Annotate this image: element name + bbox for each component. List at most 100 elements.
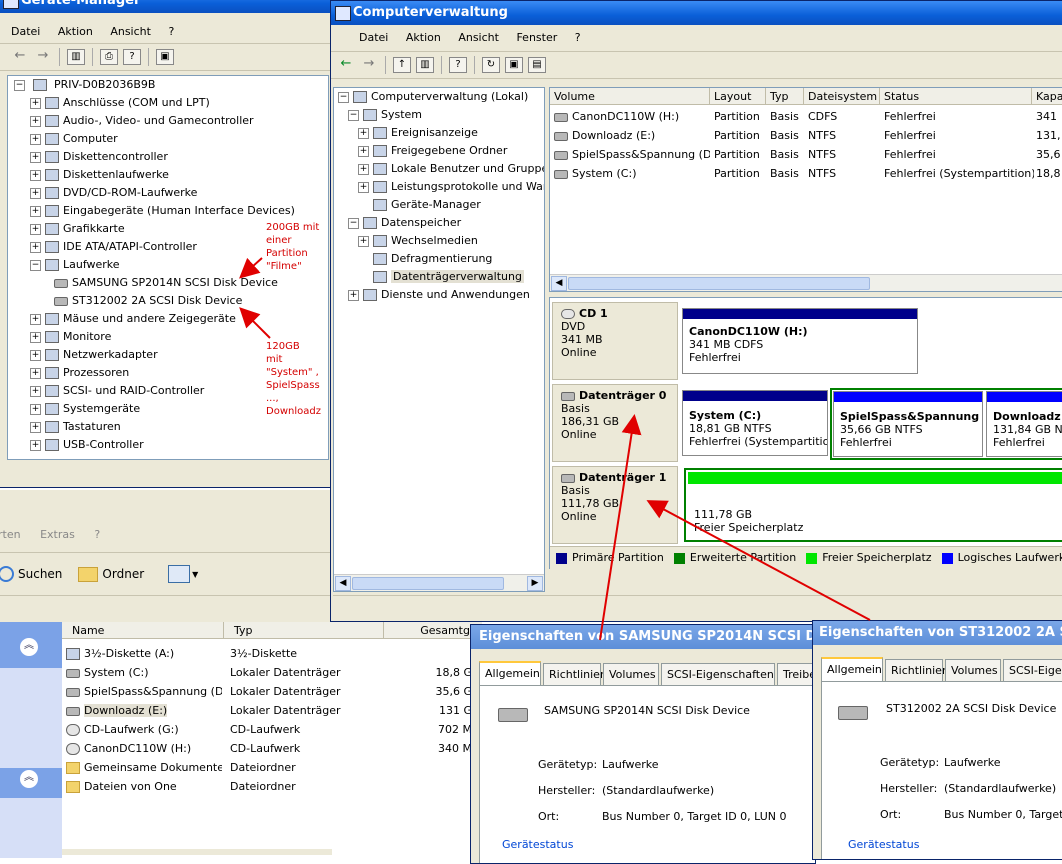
- collapse-icon[interactable]: −: [338, 91, 349, 103]
- tab-richtlinien[interactable]: Richtlinien: [885, 659, 949, 681]
- collapse-icon[interactable]: −: [14, 79, 25, 91]
- expand-icon[interactable]: +: [30, 439, 41, 451]
- menu-ansicht[interactable]: Ansicht: [458, 31, 499, 44]
- menu-aktion[interactable]: Aktion: [406, 31, 441, 44]
- unallocated-space[interactable]: 111,78 GB Freier Speicherplatz: [684, 468, 1062, 542]
- tree-root[interactable]: − PRIV-D0B2036B9B: [14, 76, 155, 94]
- tree-category[interactable]: + Anschlüsse (COM und LPT): [30, 94, 210, 112]
- menu-datei[interactable]: Datei: [11, 25, 40, 38]
- expand-icon[interactable]: +: [30, 313, 41, 325]
- folders-button[interactable]: Ordner: [78, 566, 144, 582]
- tab-volumes[interactable]: Volumes: [945, 659, 1001, 681]
- cm-tree-item[interactable]: + Freigegebene Ordner: [358, 142, 507, 160]
- computer-management-titlebar[interactable]: Computerverwaltung: [331, 1, 1062, 25]
- volume-name[interactable]: SpielSpass&Spannung (D:): [554, 145, 710, 164]
- expand-icon[interactable]: +: [358, 163, 369, 175]
- list-item[interactable]: CD-Laufwerk (G:) CD-Laufwerk 702 M: [62, 720, 482, 739]
- console-tree-icon[interactable]: ▥: [416, 57, 434, 73]
- disk-info-cd1[interactable]: CD 1 DVD 341 MB Online: [552, 302, 678, 380]
- properties-icon[interactable]: ▣: [505, 57, 523, 73]
- tree-category[interactable]: + Mäuse und andere Zeigegeräte: [30, 310, 236, 328]
- collapse-icon[interactable]: ︽: [20, 770, 38, 788]
- up-folder-icon[interactable]: ↑: [393, 57, 411, 73]
- tab-volumes[interactable]: Volumes: [603, 663, 659, 685]
- horizontal-scrollbar[interactable]: ◀: [550, 274, 1062, 291]
- volume-name[interactable]: Downloadz (E:): [554, 126, 710, 145]
- back-icon[interactable]: ←: [11, 49, 29, 65]
- expand-icon[interactable]: +: [30, 349, 41, 361]
- expand-icon[interactable]: +: [30, 97, 41, 109]
- tree-category[interactable]: + Computer: [30, 130, 118, 148]
- col-status[interactable]: Status: [880, 88, 1032, 105]
- cm-tree-item[interactable]: − System: [348, 106, 422, 124]
- expand-icon[interactable]: +: [358, 181, 369, 193]
- tree-category[interactable]: + Diskettencontroller: [30, 148, 168, 166]
- forward-icon[interactable]: →: [34, 49, 52, 65]
- export-icon[interactable]: ▤: [528, 57, 546, 73]
- expand-icon[interactable]: +: [358, 235, 369, 247]
- menu-partial[interactable]: rten: [0, 528, 21, 541]
- collapse-icon[interactable]: ︽: [20, 638, 38, 656]
- tree-category[interactable]: + Grafikkarte: [30, 220, 125, 238]
- menu-aktion[interactable]: Aktion: [58, 25, 93, 38]
- scroll-left-icon[interactable]: ◀: [335, 576, 351, 591]
- print-icon[interactable]: ⎙: [100, 49, 118, 65]
- scroll-left-icon[interactable]: ◀: [551, 276, 567, 291]
- collapse-icon[interactable]: −: [348, 217, 359, 229]
- tab-allgemein[interactable]: Allgemein: [821, 657, 883, 681]
- tree-category[interactable]: + IDE ATA/ATAPI-Controller: [30, 238, 197, 256]
- cm-tree-item[interactable]: − Computerverwaltung (Lokal): [338, 88, 528, 106]
- expand-icon[interactable]: +: [30, 187, 41, 199]
- tree-category[interactable]: + Netzwerkadapter: [30, 346, 158, 364]
- col-volume[interactable]: Volume: [550, 88, 710, 105]
- expand-icon[interactable]: +: [30, 205, 41, 217]
- disk-info-disk1[interactable]: Datenträger 1 Basis 111,78 GB Online: [552, 466, 678, 544]
- tree-category[interactable]: + Audio-, Video- und Gamecontroller: [30, 112, 254, 130]
- tree-category[interactable]: + SCSI- und RAID-Controller: [30, 382, 204, 400]
- volume-downloadz-e[interactable]: Downloadz 131,84 GB NT Fehlerfrei: [986, 391, 1062, 457]
- views-button[interactable]: ▼: [168, 565, 198, 583]
- tree-device[interactable]: SAMSUNG SP2014N SCSI Disk Device: [54, 274, 278, 292]
- volume-system-c[interactable]: System (C:) 18,81 GB NTFS Fehlerfrei (Sy…: [682, 390, 828, 456]
- scroll-thumb[interactable]: [352, 577, 504, 590]
- tree-category[interactable]: + Eingabegeräte (Human Interface Devices): [30, 202, 295, 220]
- list-item[interactable]: Gemeinsame Dokumente Dateiordner: [62, 758, 482, 777]
- tree-category[interactable]: + Prozessoren: [30, 364, 129, 382]
- tab-treibe[interactable]: Treibe: [777, 663, 815, 685]
- volume-name[interactable]: System (C:): [554, 164, 710, 183]
- collapse-icon[interactable]: −: [30, 259, 41, 271]
- search-button[interactable]: Suchen: [0, 566, 62, 582]
- col-typ[interactable]: Typ: [766, 88, 804, 105]
- properties-samsung-titlebar[interactable]: Eigenschaften von SAMSUNG SP2014N SCSI D…: [471, 625, 815, 649]
- list-item[interactable]: Downloadz (E:) Lokaler Datenträger 131 G: [62, 701, 482, 720]
- forward-icon[interactable]: →: [360, 57, 378, 73]
- col-size[interactable]: Gesamtgrö: [384, 622, 482, 639]
- refresh-icon[interactable]: ↻: [482, 57, 500, 73]
- col-kapazitaet[interactable]: Kapa: [1032, 88, 1062, 105]
- expand-icon[interactable]: +: [30, 403, 41, 415]
- menu-help[interactable]: ?: [94, 528, 100, 541]
- cm-tree-item[interactable]: + Leistungsprotokolle und Warnungen: [358, 178, 544, 196]
- cm-tree-item[interactable]: + Lokale Benutzer und Gruppen: [358, 160, 544, 178]
- tab-richtlinien[interactable]: Richtlinien: [543, 663, 607, 685]
- menu-ansicht[interactable]: Ansicht: [110, 25, 151, 38]
- tree-device[interactable]: ST312002 2A SCSI Disk Device: [54, 292, 242, 310]
- tab-scsi-eigenschaften[interactable]: SCSI-Eigenschaften: [661, 663, 775, 685]
- col-name[interactable]: Name: [62, 622, 224, 639]
- cm-tree-item[interactable]: + Wechselmedien: [358, 232, 478, 250]
- col-dateisystem[interactable]: Dateisystem: [804, 88, 880, 105]
- collapse-icon[interactable]: −: [348, 109, 359, 121]
- list-item[interactable]: SpielSpass&Spannung (D:) Lokaler Datenträ…: [62, 682, 482, 701]
- expand-icon[interactable]: +: [348, 289, 359, 301]
- disk-info-disk0[interactable]: Datenträger 0 Basis 186,31 GB Online: [552, 384, 678, 462]
- cm-tree-item[interactable]: Defragmentierung: [358, 250, 492, 268]
- expand-icon[interactable]: +: [358, 127, 369, 139]
- cm-tree-item[interactable]: + Ereignisanzeige: [358, 124, 478, 142]
- scroll-right-icon[interactable]: ▶: [527, 576, 543, 591]
- expand-icon[interactable]: +: [30, 385, 41, 397]
- expand-icon[interactable]: +: [30, 133, 41, 145]
- tree-category[interactable]: + Systemgeräte: [30, 400, 140, 418]
- expand-icon[interactable]: +: [30, 421, 41, 433]
- list-item[interactable]: CanonDC110W (H:) CD-Laufwerk 340 M: [62, 739, 482, 758]
- cm-tree-item[interactable]: Datenträgerverwaltung: [358, 268, 524, 286]
